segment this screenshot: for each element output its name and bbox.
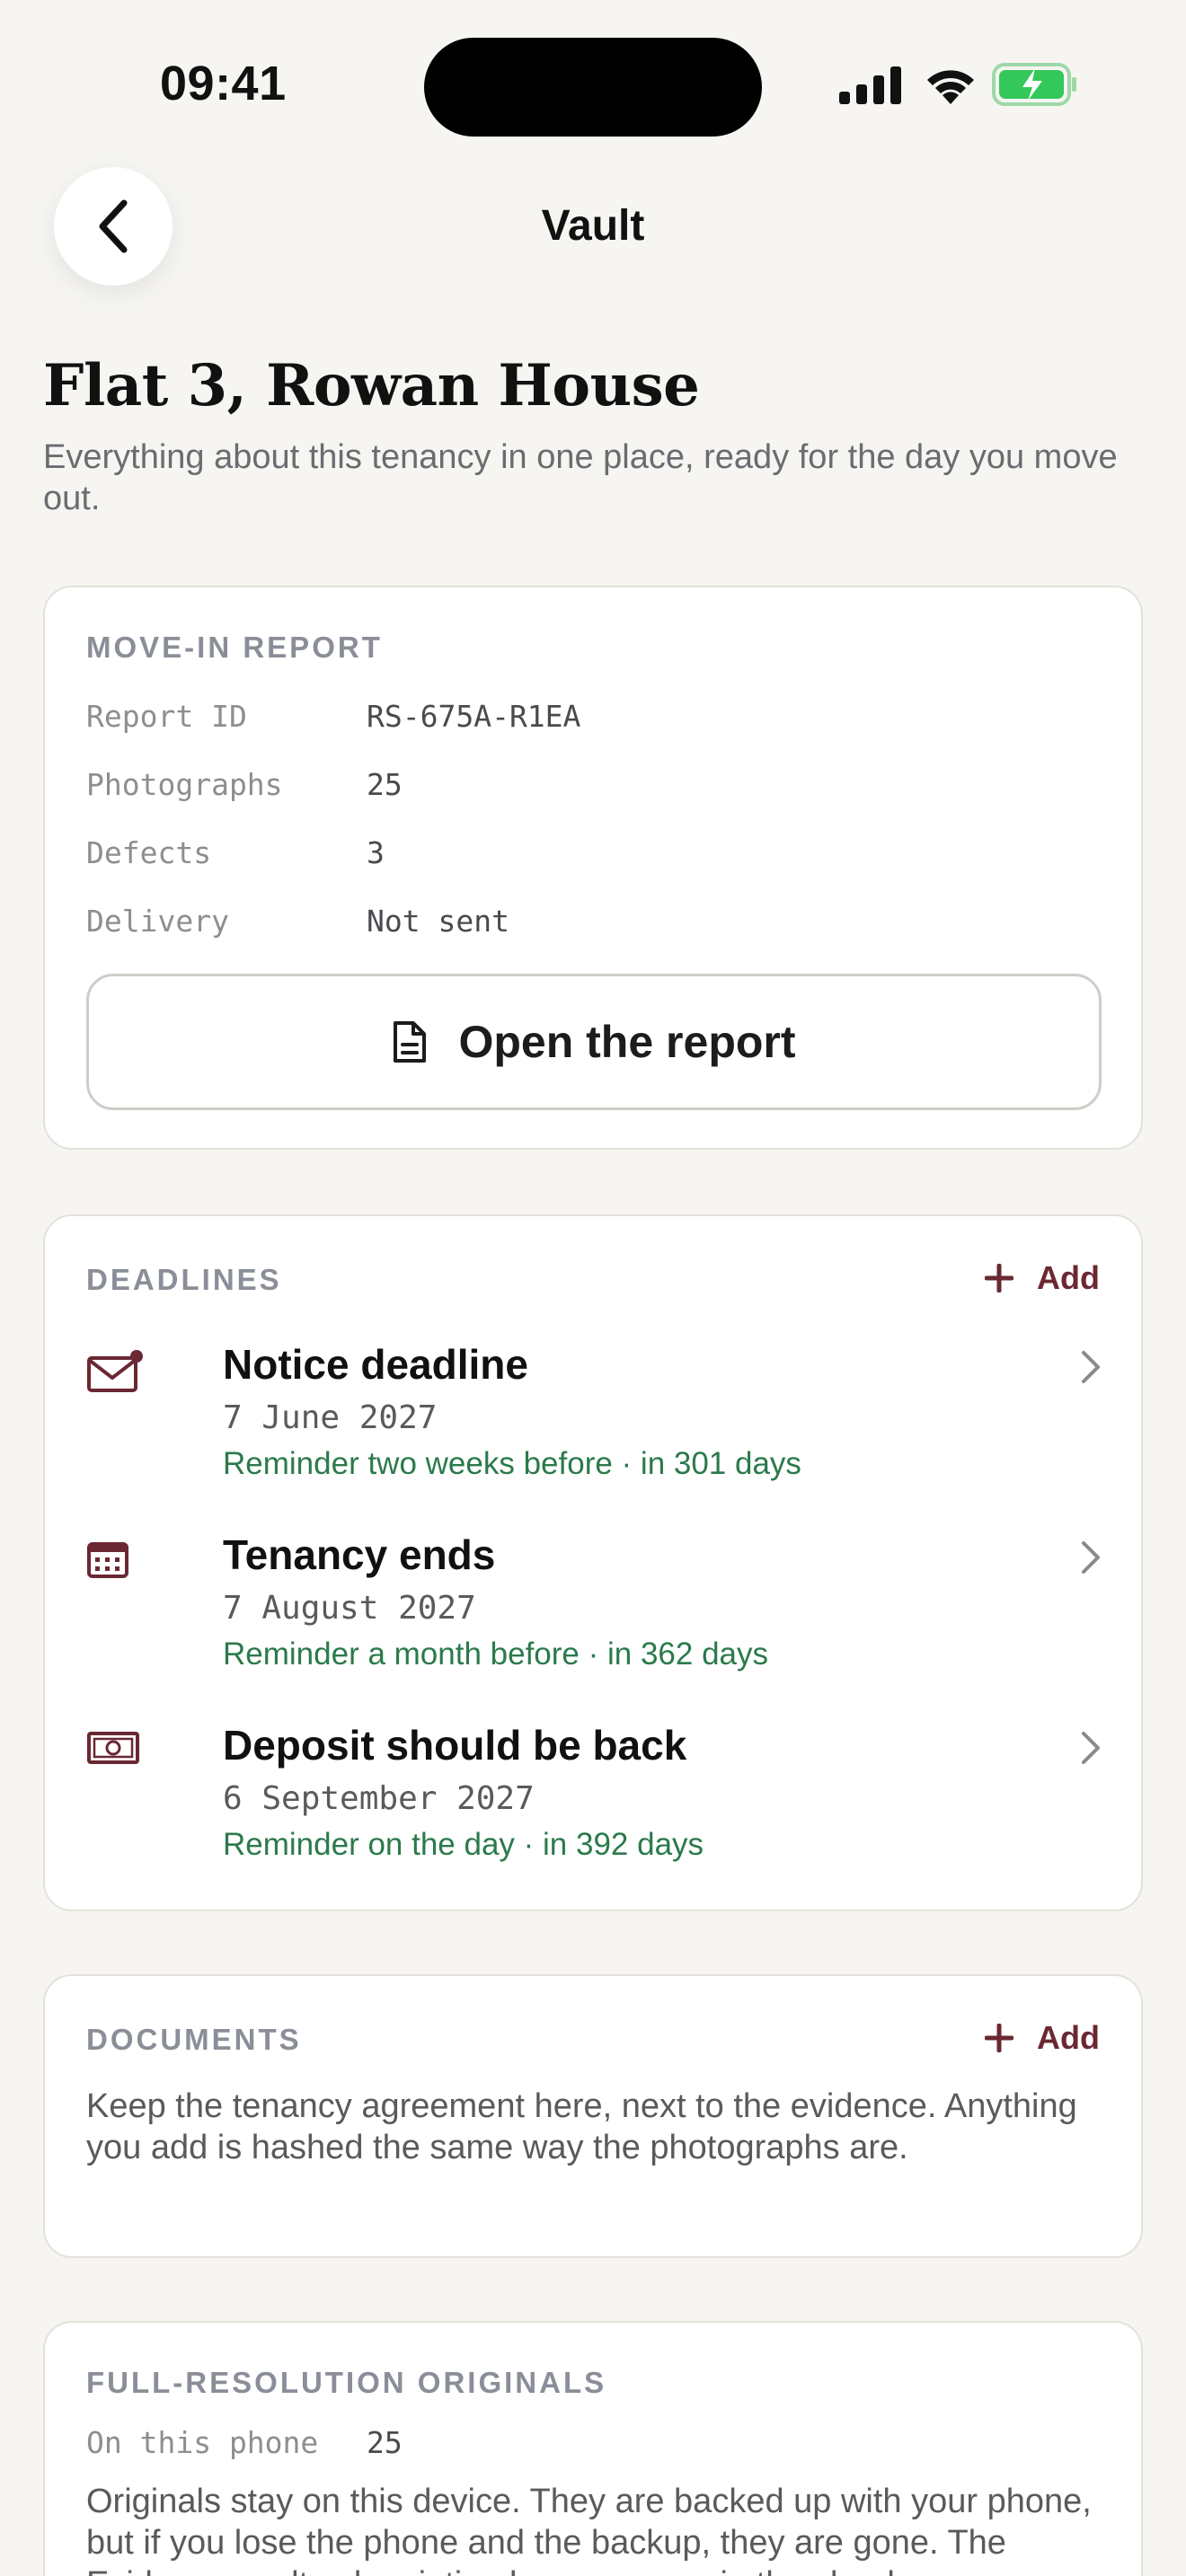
- battery-charging-icon: [992, 63, 1076, 106]
- deadline-title: Notice deadline: [223, 1341, 528, 1388]
- originals-card: FULL-RESOLUTION ORIGINALS On this phone …: [43, 2321, 1143, 2576]
- row-value: 3: [367, 835, 385, 870]
- deadlines-card: DEADLINES Add Notice deadline 7 June 202…: [43, 1214, 1143, 1911]
- row-value: RS-675A-R1EA: [367, 699, 581, 734]
- add-deadline-button[interactable]: Add: [985, 1259, 1100, 1297]
- delivery-row: Delivery Not sent: [86, 904, 509, 939]
- row-key: Defects: [86, 835, 212, 870]
- deadlines-label: DEADLINES: [86, 1263, 282, 1296]
- dynamic-island: [424, 38, 762, 137]
- deadline-date: 7 August 2027: [223, 1590, 476, 1627]
- on-this-phone-row: On this phone 25: [86, 2425, 403, 2460]
- vault-screen: 09:41 Vault Flat 3, Rowan House Everythi…: [0, 0, 1186, 2576]
- nav-title: Vault: [541, 202, 645, 250]
- photographs-row: Photographs 25: [86, 767, 403, 802]
- deadline-title: Deposit should be back: [223, 1722, 687, 1769]
- row-value: 25: [367, 767, 403, 802]
- banknote-icon: [87, 1732, 139, 1764]
- deadline-reminder: Reminder a month before · in 362 days: [223, 1636, 768, 1672]
- row-key: On this phone: [86, 2425, 319, 2460]
- open-report-label: Open the report: [458, 1017, 796, 1067]
- documents-label: DOCUMENTS: [86, 2023, 302, 2056]
- add-label: Add: [1037, 2019, 1100, 2056]
- deadline-reminder: Reminder two weeks before · in 301 days: [223, 1446, 801, 1481]
- chevron-right-icon: [1082, 1732, 1100, 1764]
- chevron-right-icon: [1082, 1351, 1100, 1383]
- signal-icon: [839, 66, 901, 104]
- originals-label: FULL-RESOLUTION ORIGINALS: [86, 2366, 607, 2399]
- row-key: Delivery: [86, 904, 229, 939]
- document-icon: [394, 1021, 427, 1063]
- status-time: 09:41: [160, 57, 287, 110]
- chevron-right-icon: [1082, 1541, 1100, 1574]
- row-value: Not sent: [367, 904, 509, 939]
- deadline-item[interactable]: Deposit should be back 6 September 2027 …: [86, 1719, 1102, 1890]
- deadline-date: 7 June 2027: [223, 1399, 438, 1436]
- row-value: 25: [367, 2425, 403, 2460]
- add-label: Add: [1037, 1259, 1100, 1296]
- deadline-reminder: Reminder on the day · in 392 days: [223, 1827, 704, 1862]
- documents-description: Keep the tenancy agreement here, next to…: [86, 2087, 1077, 2166]
- add-document-button[interactable]: Add: [985, 2019, 1100, 2057]
- move-in-report-label: MOVE-IN REPORT: [86, 631, 383, 664]
- row-key: Photographs: [86, 767, 283, 802]
- envelope-icon: [87, 1350, 143, 1392]
- page-title: Flat 3, Rowan House: [43, 352, 700, 419]
- open-report-button[interactable]: Open the report: [86, 974, 1102, 1110]
- documents-card: DOCUMENTS Add Keep the tenancy agreement…: [43, 1974, 1143, 2258]
- deadline-item[interactable]: Notice deadline 7 June 2027 Reminder two…: [86, 1338, 1102, 1509]
- deadline-date: 6 September 2027: [223, 1780, 535, 1817]
- deadline-item[interactable]: Tenancy ends 7 August 2027 Reminder a mo…: [86, 1529, 1102, 1699]
- originals-description: Originals stay on this device. They are …: [86, 2483, 1092, 2576]
- report-id-row: Report ID RS-675A-R1EA: [86, 699, 580, 734]
- defects-row: Defects 3: [86, 835, 385, 870]
- page-subtitle: Everything about this tenancy in one pla…: [43, 438, 1118, 517]
- move-in-report-card: MOVE-IN REPORT Report ID RS-675A-R1EA Ph…: [43, 586, 1143, 1150]
- plus-icon: [985, 1264, 1014, 1292]
- plus-icon: [985, 2024, 1014, 2052]
- row-key: Report ID: [86, 699, 247, 734]
- calendar-icon: [87, 1542, 128, 1578]
- deadline-title: Tenancy ends: [223, 1531, 496, 1578]
- wifi-icon: [927, 70, 974, 104]
